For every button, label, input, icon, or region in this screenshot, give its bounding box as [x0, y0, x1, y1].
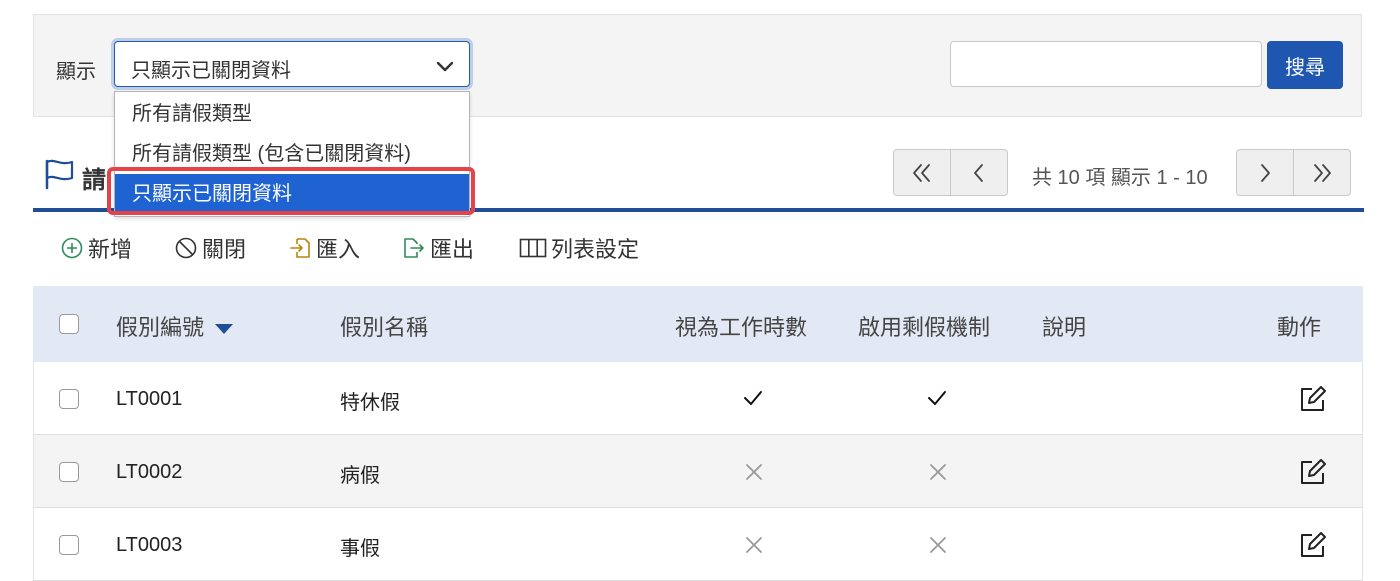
filter-label: 顯示 — [56, 61, 96, 83]
search-button[interactable]: 搜尋 — [1267, 41, 1343, 89]
column-settings-label: 列表設定 — [551, 237, 640, 262]
display-filter-value: 只顯示已關閉資料 — [131, 60, 291, 82]
display-filter-select[interactable]: 只顯示已關閉資料 — [114, 41, 470, 87]
highlight-annotation — [107, 167, 475, 215]
column-settings-button[interactable]: 列表設定 — [519, 232, 639, 264]
export-button[interactable]: 匯出 — [402, 232, 474, 264]
pagination-info: 共 10 項 顯示 1 - 10 — [1032, 167, 1208, 189]
cross-icon — [746, 537, 762, 553]
edit-icon[interactable] — [1298, 384, 1328, 414]
column-description[interactable]: 說明 — [1042, 310, 1086, 342]
flag-icon — [45, 159, 74, 190]
table-row[interactable]: LT0002 病假 — [33, 435, 1363, 508]
column-code-label: 假別編號 — [116, 315, 205, 340]
last-page-button[interactable] — [1293, 149, 1351, 196]
column-name[interactable]: 假別名稱 — [340, 310, 428, 342]
row-checkbox[interactable] — [59, 389, 79, 409]
close-button[interactable]: 關閉 — [174, 232, 246, 264]
table-row[interactable]: LT0001 特休假 — [33, 362, 1363, 435]
row-checkbox[interactable] — [59, 535, 79, 555]
edit-icon[interactable] — [1298, 530, 1328, 560]
double-chevron-right-icon — [1314, 163, 1331, 182]
export-button-label: 匯出 — [430, 237, 475, 262]
leave-name: 事假 — [340, 538, 380, 560]
leave-name: 特休假 — [340, 392, 400, 414]
section-title-text: 請 — [82, 167, 106, 194]
table-header: 假別編號 假別名稱 視為工作時數 啟用剩假機制 說明 動作 — [33, 286, 1363, 362]
close-button-label: 關閉 — [202, 237, 247, 262]
search-input[interactable] — [950, 41, 1262, 87]
leave-name: 病假 — [340, 465, 380, 487]
import-button[interactable]: 匯入 — [288, 232, 360, 264]
select-all-checkbox[interactable] — [59, 314, 79, 334]
column-work-hours[interactable]: 視為工作時數 — [675, 310, 807, 342]
leave-code: LT0003 — [116, 534, 183, 556]
chevron-down-icon — [436, 61, 454, 72]
pagination: 共 10 項 顯示 1 - 10 — [893, 149, 1354, 198]
check-icon — [744, 391, 762, 405]
cross-icon — [746, 464, 762, 480]
add-button-label: 新增 — [88, 237, 133, 262]
plus-circle-icon — [61, 237, 83, 259]
add-button[interactable]: 新增 — [60, 232, 132, 264]
chevron-right-icon — [1261, 163, 1270, 182]
import-icon — [290, 238, 310, 258]
cross-icon — [930, 537, 946, 553]
sort-desc-icon — [215, 324, 234, 335]
import-button-label: 匯入 — [316, 237, 361, 262]
column-balance[interactable]: 啟用剩假機制 — [858, 310, 990, 342]
check-icon — [928, 391, 946, 405]
dropdown-option-all[interactable]: 所有請假類型 — [115, 94, 469, 134]
table-row[interactable]: LT0003 事假 — [33, 508, 1363, 581]
column-actions: 動作 — [1277, 315, 1322, 340]
export-icon — [404, 238, 424, 258]
first-page-button[interactable] — [893, 149, 951, 196]
chevron-left-icon — [974, 163, 983, 182]
prev-page-button[interactable] — [950, 149, 1008, 196]
leave-code: LT0002 — [116, 461, 183, 483]
ban-icon — [175, 237, 197, 259]
next-page-button[interactable] — [1236, 149, 1294, 196]
edit-icon[interactable] — [1298, 457, 1328, 487]
double-chevron-left-icon — [913, 163, 930, 182]
column-code[interactable]: 假別編號 — [116, 310, 234, 342]
columns-icon — [519, 238, 547, 258]
leave-code: LT0001 — [116, 388, 183, 410]
cross-icon — [930, 464, 946, 480]
row-checkbox[interactable] — [59, 462, 79, 482]
